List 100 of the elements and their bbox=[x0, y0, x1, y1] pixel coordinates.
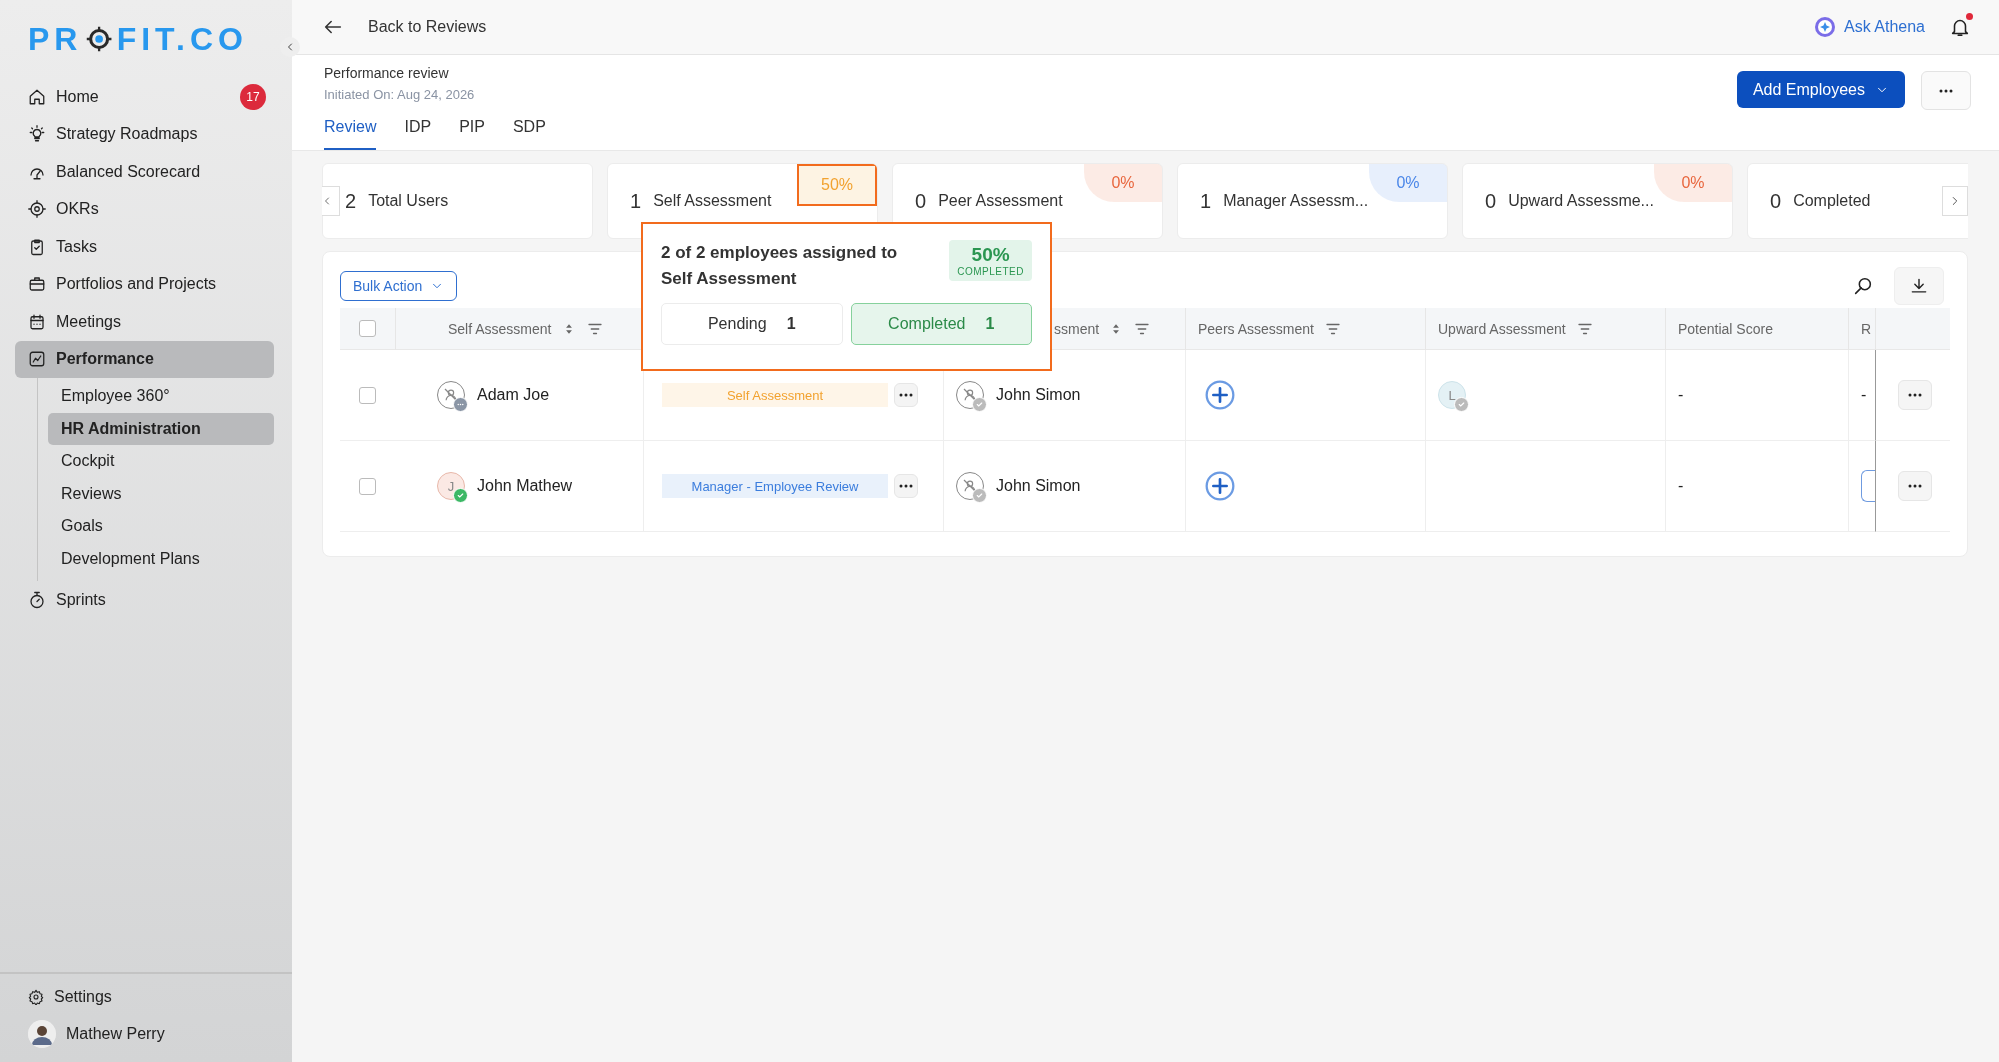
popover-text: 2 of 2 employees assigned to Self Assessment bbox=[661, 242, 899, 290]
sidebar-item[interactable]: Performance bbox=[15, 340, 274, 378]
sidebar-item[interactable]: OKRs bbox=[15, 190, 274, 228]
stopwatch-icon bbox=[28, 590, 46, 609]
potential-score: - bbox=[1678, 386, 1684, 404]
add-peer-button[interactable] bbox=[1204, 379, 1236, 411]
more-icon bbox=[899, 484, 913, 488]
add-peer-button[interactable] bbox=[1204, 470, 1236, 502]
assistant-link[interactable]: Ask Athena bbox=[1814, 16, 1925, 38]
column-header: Potential Score bbox=[1665, 308, 1848, 350]
percent-badge: 50% bbox=[797, 164, 877, 206]
logo-text: FIT.CO bbox=[116, 23, 248, 55]
card-count: 0 bbox=[915, 189, 927, 213]
card-label: Completed bbox=[1793, 192, 1871, 210]
summary-card[interactable]: 0 Upward Assessme... 0% bbox=[1462, 163, 1733, 239]
tab[interactable]: SDP bbox=[512, 118, 546, 150]
sidebar-subitem[interactable]: Development Plans bbox=[48, 542, 274, 575]
settings-link[interactable]: Settings bbox=[28, 988, 292, 1006]
percent-badge: 0% bbox=[1369, 164, 1447, 202]
back-link[interactable]: Back to Reviews bbox=[322, 16, 487, 38]
more-button[interactable] bbox=[894, 474, 918, 498]
more-icon bbox=[1908, 393, 1922, 397]
bulk-action-button[interactable]: Bulk Action bbox=[340, 271, 458, 301]
avatar-icon bbox=[956, 381, 984, 409]
card-count: 0 bbox=[1770, 189, 1782, 213]
briefcase-icon bbox=[28, 275, 46, 294]
input-field[interactable] bbox=[1861, 470, 1875, 502]
target-icon bbox=[28, 200, 46, 219]
status-filter-button[interactable]: Completed 1 bbox=[850, 303, 1032, 345]
completion-badge: 50% COMPLETED bbox=[949, 240, 1032, 281]
avatar-icon bbox=[956, 472, 984, 500]
status-filter-button[interactable]: Pending 1 bbox=[661, 303, 843, 345]
download-icon bbox=[1909, 276, 1929, 296]
sidebar-item[interactable]: Home 17 bbox=[15, 78, 274, 116]
tab[interactable]: IDP bbox=[404, 118, 432, 150]
sidebar-item[interactable]: Strategy Roadmaps bbox=[15, 115, 274, 153]
sidebar-item[interactable]: Balanced Scorecard bbox=[15, 153, 274, 191]
card-count: 1 bbox=[630, 189, 642, 213]
plus-circle-icon bbox=[1204, 470, 1236, 502]
card-label: Peer Assessment bbox=[938, 192, 1063, 210]
column-header: Peers Assessment bbox=[1185, 308, 1425, 350]
sidebar-subitem[interactable]: Employee 360° bbox=[48, 380, 274, 413]
card-count: 1 bbox=[1200, 189, 1212, 213]
avatar-icon: J bbox=[437, 472, 465, 500]
download-button[interactable] bbox=[1894, 267, 1944, 305]
percent-badge: 0% bbox=[1084, 164, 1162, 202]
sidebar-item[interactable]: Sprints bbox=[15, 581, 274, 619]
search-icon bbox=[1852, 275, 1874, 297]
row-actions-button[interactable] bbox=[1898, 380, 1932, 410]
select-all-checkbox[interactable] bbox=[359, 320, 376, 337]
clipboard-check-icon bbox=[28, 237, 46, 256]
sparkle-circle-icon bbox=[1814, 16, 1837, 38]
card-label: Total Users bbox=[368, 192, 449, 210]
sidebar-subitem[interactable]: HR Administration bbox=[48, 412, 274, 445]
table-cell-text: - bbox=[1861, 386, 1867, 404]
line-chart-icon bbox=[28, 350, 46, 369]
manager-name: John Simon bbox=[996, 386, 1081, 404]
row-checkbox[interactable] bbox=[359, 386, 376, 404]
sidebar-item[interactable]: Meetings bbox=[15, 303, 274, 341]
manager-name: John Simon bbox=[996, 477, 1081, 495]
card-label: Upward Assessme... bbox=[1508, 192, 1654, 210]
home-icon bbox=[28, 87, 46, 106]
tab[interactable]: Review bbox=[324, 118, 377, 150]
row-actions-button[interactable] bbox=[1898, 471, 1932, 501]
more-button[interactable] bbox=[894, 383, 918, 407]
column-header: R bbox=[1848, 308, 1875, 350]
page-title: Performance review bbox=[324, 65, 450, 81]
card-count: 2 bbox=[345, 189, 357, 213]
lightbulb-icon bbox=[28, 125, 46, 144]
user-profile[interactable]: Mathew Perry bbox=[28, 1020, 292, 1048]
add-employees-button[interactable]: Add Employees bbox=[1736, 71, 1905, 108]
summary-card[interactable]: 2 Total Users bbox=[322, 163, 593, 239]
card-count: 0 bbox=[1485, 189, 1497, 213]
avatar-icon bbox=[437, 381, 465, 409]
card-label: Self Assessment bbox=[653, 192, 772, 210]
tab[interactable]: PIP bbox=[459, 118, 485, 150]
sidebar-subitem[interactable]: Reviews bbox=[48, 477, 274, 510]
more-icon bbox=[1939, 88, 1953, 93]
summary-card[interactable]: 1 Manager Assessm... 0% bbox=[1177, 163, 1448, 239]
settings-icon bbox=[28, 989, 44, 1005]
more-icon bbox=[1908, 484, 1922, 488]
column-header: Upward Assessment bbox=[1425, 308, 1665, 350]
sidebar-item[interactable]: Portfolios and Projects bbox=[15, 265, 274, 303]
column-header: Self Assessment bbox=[395, 308, 643, 350]
summary-card[interactable]: 0 Completed bbox=[1747, 163, 1968, 239]
sidebar-subitem[interactable]: Cockpit bbox=[48, 445, 274, 478]
calendar-icon bbox=[28, 312, 46, 331]
more-icon bbox=[899, 393, 913, 397]
search-button[interactable] bbox=[1852, 275, 1874, 297]
sidebar-subitem[interactable]: Goals bbox=[48, 510, 274, 543]
employee-name: John Mathew bbox=[477, 477, 573, 495]
template-tag: Manager - Employee Review bbox=[662, 474, 888, 498]
template-tag: Self Assessment bbox=[662, 383, 888, 407]
percent-badge: 0% bbox=[1654, 164, 1732, 202]
row-checkbox[interactable] bbox=[359, 477, 376, 495]
card-label: Manager Assessm... bbox=[1223, 192, 1369, 210]
avatar-icon: L bbox=[1438, 381, 1466, 409]
sidebar-item[interactable]: Tasks bbox=[15, 228, 274, 266]
plus-circle-icon bbox=[1204, 379, 1236, 411]
potential-score: - bbox=[1678, 477, 1684, 495]
